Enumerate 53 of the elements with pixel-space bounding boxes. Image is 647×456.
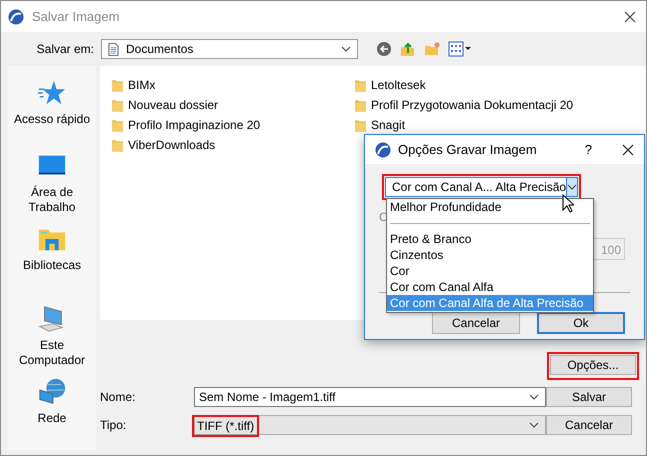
cancel-button[interactable]: Cancelar [432, 312, 520, 334]
color-depth-dropdown[interactable]: Cor com Canal A... Alta Precisão [385, 177, 578, 197]
save-button[interactable]: Salvar [546, 387, 632, 407]
back-icon[interactable] [376, 41, 392, 57]
folder-icon [355, 78, 366, 92]
app-logo-icon [8, 8, 24, 24]
place-item[interactable]: Rede [9, 376, 95, 450]
dropdown-option[interactable]: Cor com Canal Alfa [387, 279, 593, 295]
field-label: Nome: [100, 390, 136, 404]
app-logo-icon [375, 142, 391, 158]
chevron-down-icon [529, 394, 539, 400]
filename-field[interactable]: Sem Nome - Imagem1.tiff [194, 387, 546, 407]
place-item[interactable]: Área de Trabalho [9, 151, 95, 224]
chevron-down-icon [567, 184, 578, 190]
close-icon[interactable] [622, 144, 634, 156]
field-label: Tipo: [100, 418, 128, 432]
window-title: Salvar Imagem [32, 9, 120, 24]
folder-icon [112, 138, 123, 152]
options-button[interactable]: Opções... [550, 355, 636, 375]
dropdown-option[interactable]: Melhor Profundidade [387, 199, 593, 215]
folder-icon [112, 78, 123, 92]
document-icon [108, 42, 119, 56]
folder-icon [112, 98, 123, 112]
dialog-title: Opções Gravar Imagem [398, 142, 538, 157]
help-button[interactable]: ? [584, 142, 592, 157]
dropdown-option[interactable]: Cor [387, 263, 593, 279]
folder-icon [355, 98, 366, 112]
folder-item[interactable]: BIMx [112, 75, 355, 95]
dropdown-option[interactable]: Preto & Branco [387, 231, 593, 247]
folder-icon [112, 118, 123, 132]
folder-item[interactable]: Profil Przygotowania Dokumentacji 20 [355, 95, 598, 115]
chevron-down-icon [341, 46, 351, 52]
ok-button[interactable]: Ok [537, 312, 625, 334]
chevron-down-icon [529, 422, 539, 428]
folder-item[interactable]: Profilo Impaginazione 20 [112, 115, 355, 135]
place-item[interactable]: Acesso rápido [9, 78, 95, 152]
folder-item[interactable]: Letoltesek [355, 75, 598, 95]
file-type-dropdown[interactable]: TIFF (*.tiff) [194, 415, 546, 435]
folder-up-icon[interactable] [400, 41, 416, 57]
view-menu-icon[interactable] [448, 41, 472, 57]
folder-item[interactable]: Nouveau dossier [112, 95, 355, 115]
folder-icon [355, 118, 366, 132]
close-icon[interactable] [624, 10, 636, 22]
folder-item[interactable]: Snagit [355, 115, 598, 135]
network-globe-icon [37, 376, 67, 407]
dropdown-option[interactable]: Cinzentos [387, 247, 593, 263]
place-item[interactable]: Bibliotecas [9, 224, 95, 298]
folder-item[interactable]: ViberDownloads [112, 135, 355, 155]
place-item[interactable]: Este Computador [9, 304, 95, 377]
cancel-button[interactable]: Cancelar [546, 415, 632, 435]
location-dropdown[interactable]: Documentos [101, 39, 358, 59]
quality-field: 100 [591, 238, 625, 260]
location-label: Salvar em: [36, 42, 94, 56]
